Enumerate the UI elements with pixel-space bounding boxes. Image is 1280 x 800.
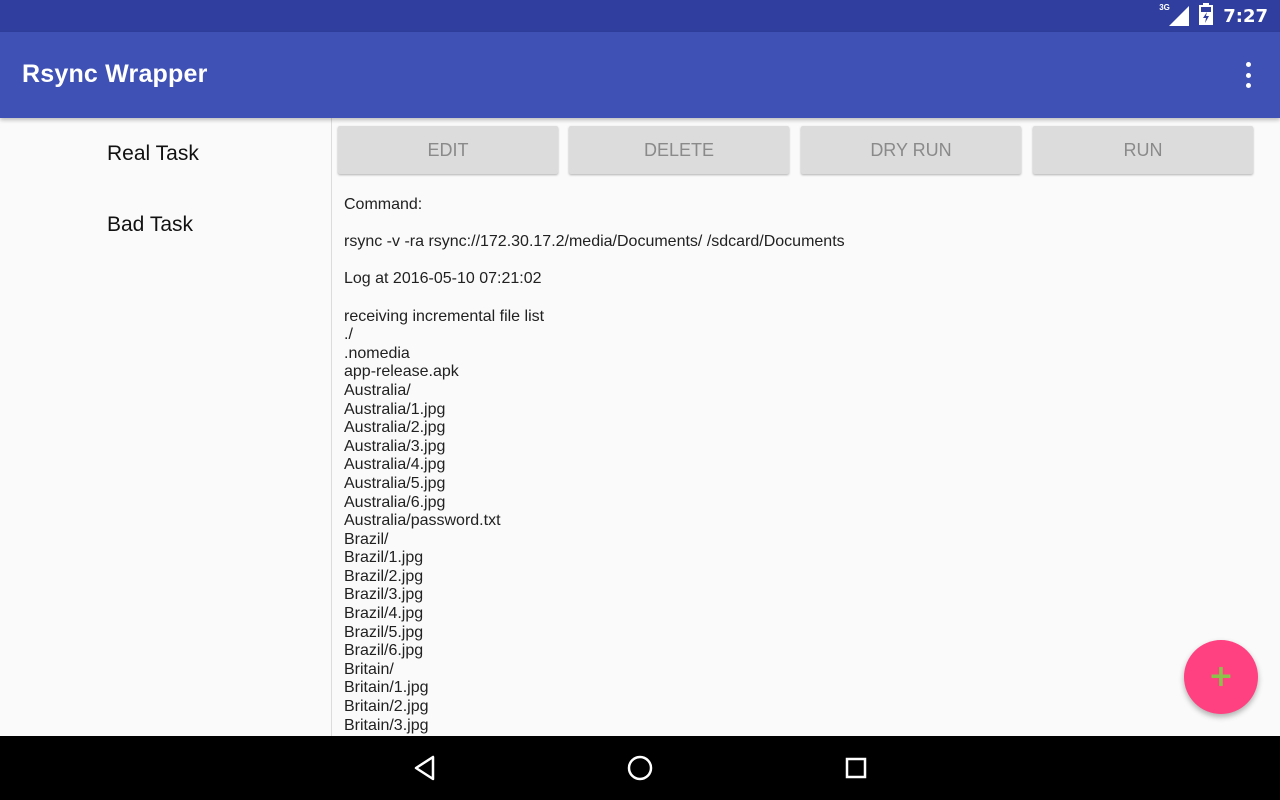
log-line: Australia/5.jpg (344, 474, 446, 492)
navigation-bar (0, 736, 1280, 800)
log-line: Britain/1.jpg (344, 679, 429, 697)
log-header: Log at 2016-05-10 07:21:02 (344, 270, 542, 288)
app-bar: Rsync Wrapper (0, 32, 1280, 118)
recents-icon[interactable] (838, 750, 874, 786)
log-line: app-release.apk (344, 363, 459, 381)
log-line: Brazil/6.jpg (344, 642, 424, 660)
log-lines: receiving incremental file list ./.nomedi… (344, 308, 845, 736)
log-line: Australia/2.jpg (344, 419, 446, 437)
command-label: Command: (344, 196, 423, 213)
delete-button[interactable]: DELETE (569, 126, 789, 174)
log-line: Brazil/2.jpg (344, 567, 424, 585)
home-icon[interactable] (622, 750, 658, 786)
task-item-bad-task[interactable]: Bad Task (0, 189, 331, 260)
run-button[interactable]: RUN (1033, 126, 1253, 174)
log-line: receiving incremental file list (344, 307, 545, 325)
log-line: Australia/6.jpg (344, 493, 446, 511)
log-line: Britain/3.jpg (344, 716, 429, 734)
status-bar: 3G 7:27 (0, 0, 1280, 32)
battery-icon (1199, 2, 1214, 30)
log-line: Brazil/4.jpg (344, 605, 424, 623)
log-line: Brazil/3.jpg (344, 586, 424, 604)
task-list: Real Task Bad Task (0, 118, 332, 736)
log-line: Brazil/5.jpg (344, 623, 424, 641)
log-line: Australia/1.jpg (344, 400, 446, 418)
network-type-label: 3G (1159, 3, 1170, 12)
signal-icon: 3G (1159, 3, 1190, 26)
status-icons: 3G 7:27 (1159, 0, 1268, 32)
log-line: Britain/2.jpg (344, 698, 429, 716)
add-task-button[interactable]: + (1184, 640, 1258, 714)
log-line: Brazil/1.jpg (344, 549, 424, 567)
log-line: Australia/3.jpg (344, 437, 446, 455)
edit-button[interactable]: EDIT (338, 126, 558, 174)
task-item-real-task[interactable]: Real Task (0, 118, 331, 189)
log-line: Brazil/ (344, 530, 389, 548)
log-line: Australia/password.txt (344, 512, 501, 530)
app-title: Rsync Wrapper (22, 60, 208, 88)
log-line: ./ (344, 326, 353, 344)
log-line: Australia/4.jpg (344, 456, 446, 474)
dry-run-button[interactable]: DRY RUN (801, 126, 1021, 174)
log-line: Australia/ (344, 381, 411, 399)
status-time: 7:27 (1223, 5, 1268, 27)
back-icon[interactable] (407, 750, 443, 786)
log-line: .nomedia (344, 344, 410, 362)
command-text: rsync -v -ra rsync://172.30.17.2/media/D… (344, 233, 845, 251)
log-output: Command: rsync -v -ra rsync://172.30.17.… (344, 196, 845, 735)
log-line: Britain/ (344, 660, 394, 678)
task-detail: EDIT DELETE DRY RUN RUN Command: rsync -… (332, 118, 1280, 736)
plus-icon: + (1208, 659, 1234, 694)
more-vert-icon[interactable] (1242, 62, 1254, 88)
